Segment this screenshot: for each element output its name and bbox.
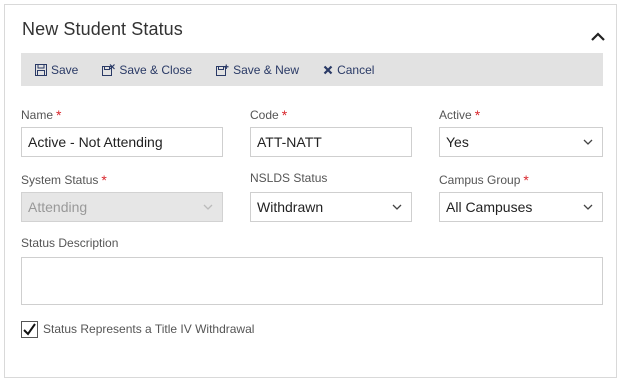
save-new-button-label: Save & New [233,62,300,77]
save-close-button[interactable]: Save & Close [102,63,192,77]
system-status-select-value: Attending [28,199,88,215]
system-status-label-text: System Status [21,173,99,187]
campus-group-select-value: All Campuses [446,199,533,215]
title-iv-withdrawal-label: Status Represents a Title IV Withdrawal [43,322,255,336]
toolbar: Save Save & Close Save & New Cancel [21,53,603,86]
close-icon [323,65,333,74]
save-close-icon [102,63,116,76]
campus-group-select[interactable]: All Campuses [439,192,603,222]
chevron-up-icon[interactable] [590,29,606,45]
active-label: Active * [439,106,481,123]
code-input[interactable]: ATT-NATT [250,127,412,157]
new-student-status-panel: New Student Status Save Save & Close Sav… [4,4,617,378]
chevron-down-icon [203,204,213,210]
name-input-value: Active - Not Attending [28,134,163,150]
campus-group-label-text: Campus Group [439,173,521,187]
required-marker: * [56,107,62,123]
save-new-button[interactable]: Save & New [216,63,299,77]
code-input-value: ATT-NATT [257,134,322,150]
name-label-text: Name [21,108,54,122]
cancel-button[interactable]: Cancel [323,63,374,77]
required-marker: * [474,107,481,123]
chevron-down-icon [392,204,402,210]
title-iv-withdrawal-checkbox[interactable] [21,321,38,338]
save-button[interactable]: Save [35,63,78,77]
chevron-down-icon [583,139,593,145]
nslds-status-select[interactable]: Withdrawn [250,192,412,222]
save-new-icon [216,64,229,76]
campus-group-label: Campus Group * [439,171,529,188]
code-label-text: Code [250,108,279,122]
code-label: Code * [250,106,288,123]
save-close-button-label: Save & Close [119,62,193,77]
save-button-label: Save [51,62,79,77]
status-description-textarea[interactable] [21,257,603,305]
floppy-disk-icon [35,63,47,76]
active-select-value: Yes [446,134,469,150]
checkmark-icon [23,323,36,336]
chevron-down-icon [583,204,593,210]
system-status-label: System Status * [21,171,107,188]
required-marker: * [523,172,529,188]
cancel-button-label: Cancel [337,62,375,77]
nslds-status-label: NSLDS Status [250,171,327,185]
status-description-label: Status Description [21,236,119,250]
active-label-text: Active [439,108,472,122]
required-marker: * [281,107,288,123]
nslds-status-label-text: NSLDS Status [250,171,328,185]
page-title: New Student Status [22,19,183,39]
name-input[interactable]: Active - Not Attending [21,127,223,157]
name-label: Name * [21,106,62,123]
system-status-select: Attending [21,192,223,222]
required-marker: * [101,172,107,188]
active-select[interactable]: Yes [439,127,603,157]
nslds-status-select-value: Withdrawn [257,199,324,215]
